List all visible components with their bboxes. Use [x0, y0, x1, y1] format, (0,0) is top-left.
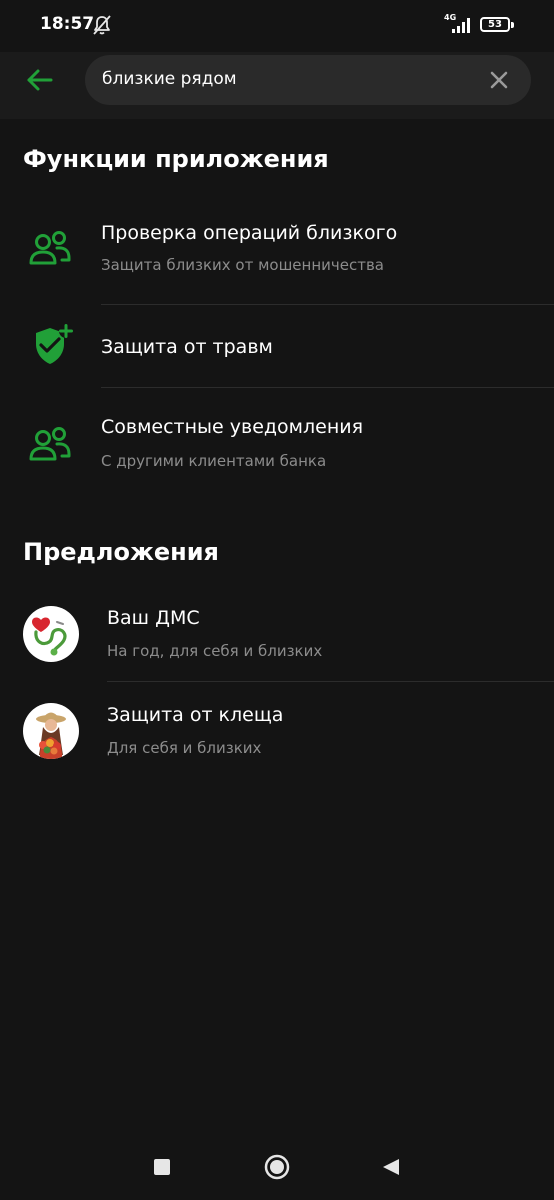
- section-title-features: Функции приложения: [23, 145, 329, 173]
- offer-item-title: Защита от клеща: [107, 704, 284, 726]
- status-bar: 18:57 4G 53: [0, 0, 554, 52]
- home-icon[interactable]: [264, 1154, 290, 1180]
- back-arrow-icon[interactable]: [22, 62, 58, 98]
- search-field[interactable]: близкие рядом: [85, 55, 531, 105]
- feature-item-title: Проверка операций близкого: [101, 222, 398, 244]
- system-navigation-bar: [0, 1135, 554, 1200]
- system-back-icon[interactable]: [381, 1157, 401, 1177]
- offer-item-dms[interactable]: Ваш ДМС На год, для себя и близких: [0, 596, 554, 682]
- recent-apps-icon[interactable]: [154, 1159, 170, 1175]
- divider: [107, 681, 554, 682]
- feature-item-subtitle: Защита близких от мошенничества: [101, 256, 385, 274]
- people-icon: [29, 231, 71, 265]
- clear-search-icon[interactable]: [487, 68, 511, 92]
- battery-icon: 53: [480, 17, 510, 32]
- offer-item-title: Ваш ДМС: [107, 607, 200, 629]
- notifications-muted-icon: [93, 15, 111, 35]
- search-query[interactable]: близкие рядом: [102, 69, 237, 89]
- search-header: близкие рядом: [0, 52, 554, 119]
- offer-item-subtitle: Для себя и близких: [107, 739, 262, 757]
- stethoscope-heart-avatar: [23, 606, 79, 662]
- feature-item-title: Защита от травм: [101, 336, 273, 358]
- divider: [101, 387, 554, 388]
- woman-with-flowers-icon: [36, 712, 66, 759]
- shield-plus-icon: [36, 324, 73, 364]
- feature-item-title: Совместные уведомления: [101, 416, 364, 438]
- section-title-offers: Предложения: [23, 538, 219, 566]
- feature-item-subtitle: С другими клиентами банка: [101, 452, 327, 470]
- offer-item-tick-protection[interactable]: Защита от клеща Для себя и близких: [0, 683, 554, 773]
- battery-tip: [511, 22, 514, 28]
- woman-with-flowers-avatar: [23, 703, 79, 759]
- status-time: 18:57: [40, 14, 95, 34]
- feature-item-joint-notifications[interactable]: Совместные уведомления С другими клиента…: [0, 389, 554, 489]
- battery-level: 53: [488, 19, 502, 30]
- feature-item-operations-check[interactable]: Проверка операций близкого Защита близки…: [0, 205, 554, 305]
- stethoscope-heart-icon: [32, 617, 67, 656]
- signal-strength-icon: [452, 18, 470, 33]
- people-icon: [29, 427, 71, 461]
- divider: [101, 304, 554, 305]
- offer-item-subtitle: На год, для себя и близких: [107, 642, 323, 660]
- feature-item-injury-protection[interactable]: Защита от травм: [0, 306, 554, 388]
